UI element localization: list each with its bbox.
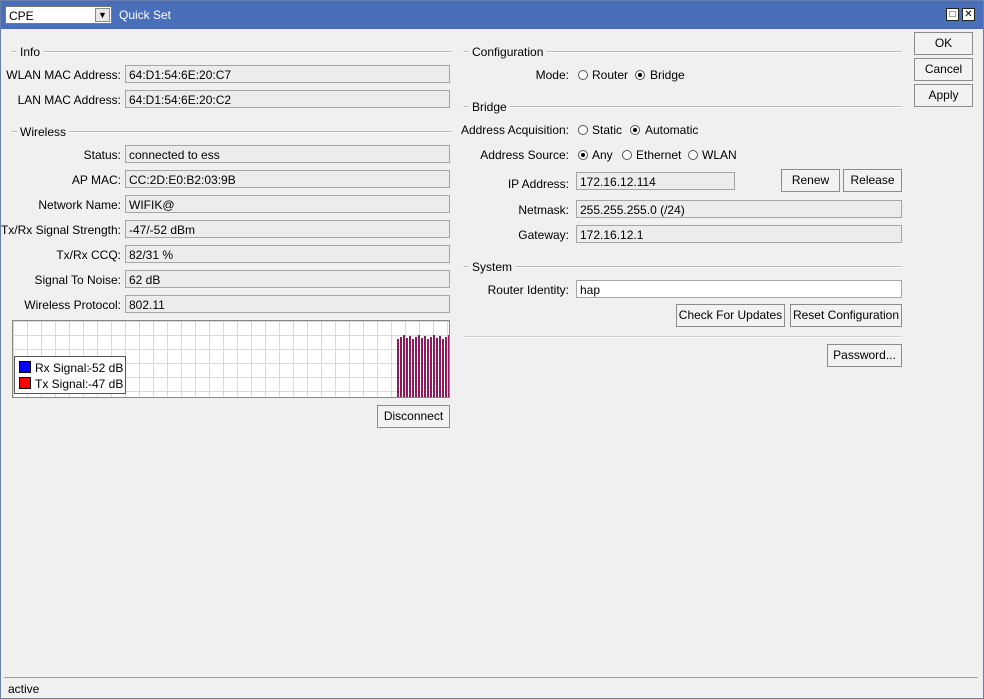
signal-graph-bar	[415, 337, 417, 397]
wireless-group-label: Wireless	[17, 125, 70, 139]
gateway-label: Gateway:	[518, 228, 569, 242]
router-identity-label: Router Identity:	[487, 283, 569, 297]
signal-graph-bar	[412, 339, 414, 397]
signal-graph-bar	[430, 337, 432, 397]
network-name-field: WIFIK@	[125, 195, 450, 213]
bridge-group-label: Bridge	[469, 100, 510, 114]
title-bar: CPE ▼ Quick Set □ ✕	[1, 1, 983, 29]
window-title: Quick Set	[119, 8, 172, 22]
mode-label: Mode:	[535, 68, 569, 82]
apply-button[interactable]: Apply	[914, 84, 973, 107]
source-ethernet-label[interactable]: Ethernet	[636, 148, 681, 162]
wlan-mac-field: 64:D1:54:6E:20:C7	[125, 65, 450, 83]
signal-graph-bar	[409, 336, 411, 397]
source-wlan-label[interactable]: WLAN	[702, 148, 737, 162]
source-any-radio[interactable]	[578, 150, 588, 160]
source-ethernet-radio[interactable]	[622, 150, 632, 160]
signal-graph-bar	[427, 339, 429, 397]
acquisition-label: Address Acquisition:	[460, 123, 569, 137]
signal-strength-field: -47/-52 dBm	[125, 220, 450, 238]
acquisition-static-label[interactable]: Static	[592, 123, 622, 137]
chevron-down-icon[interactable]: ▼	[95, 8, 110, 22]
mode-bridge-label[interactable]: Bridge	[650, 68, 685, 82]
info-group-line	[11, 51, 451, 53]
wlan-mac-label: WLAN MAC Address:	[6, 68, 121, 82]
protocol-field: 802.11	[125, 295, 450, 313]
netmask-field: 255.255.255.0 (/24)	[576, 200, 902, 218]
signal-graph-bar	[406, 338, 408, 397]
signal-graph-bar	[418, 335, 420, 397]
signal-graph-bar	[448, 335, 449, 397]
release-button[interactable]: Release	[843, 169, 902, 192]
system-group-label: System	[469, 260, 516, 274]
reset-configuration-button[interactable]: Reset Configuration	[790, 304, 902, 327]
signal-legend: Rx Signal: -52 dB Tx Signal: -47 dB	[14, 356, 126, 394]
bridge-group-line	[463, 106, 902, 108]
status-field: connected to ess	[125, 145, 450, 163]
ip-address-field: 172.16.12.114	[576, 172, 735, 190]
signal-graph-bar	[400, 337, 402, 397]
status-bar: active	[4, 677, 978, 697]
ap-mac-field: CC:2D:E0:B2:03:9B	[125, 170, 450, 188]
system-separator	[463, 336, 902, 338]
mode-router-radio[interactable]	[578, 70, 588, 80]
ip-address-label: IP Address:	[507, 177, 569, 191]
gateway-field: 172.16.12.1	[576, 225, 902, 243]
check-updates-button[interactable]: Check For Updates	[676, 304, 785, 327]
source-wlan-radio[interactable]	[688, 150, 698, 160]
ccq-label: Tx/Rx CCQ:	[56, 248, 121, 262]
router-identity-input[interactable]: hap	[576, 280, 902, 298]
ap-mac-label: AP MAC:	[71, 173, 121, 187]
signal-strength-label: Tx/Rx Signal Strength:	[0, 223, 121, 237]
maximize-icon[interactable]: □	[946, 8, 959, 21]
password-button[interactable]: Password...	[827, 344, 902, 367]
signal-graph-bar	[442, 339, 444, 397]
status-label: Status:	[83, 148, 121, 162]
tx-legend-swatch	[19, 377, 31, 389]
mode-router-label[interactable]: Router	[592, 68, 628, 82]
snr-field: 62 dB	[125, 270, 450, 288]
acquisition-static-radio[interactable]	[578, 125, 588, 135]
rx-legend-value: -52 dB	[88, 361, 124, 375]
renew-button[interactable]: Renew	[781, 169, 840, 192]
info-group-label: Info	[17, 45, 44, 59]
acquisition-automatic-label[interactable]: Automatic	[645, 123, 698, 137]
mode-combo-value: CPE	[9, 9, 34, 23]
netmask-label: Netmask:	[518, 203, 569, 217]
signal-graph-bar	[436, 338, 438, 397]
configuration-group-label: Configuration	[469, 45, 547, 59]
network-name-label: Network Name:	[38, 198, 121, 212]
protocol-label: Wireless Protocol:	[24, 298, 121, 312]
mode-bridge-radio[interactable]	[635, 70, 645, 80]
ccq-field: 82/31 %	[125, 245, 450, 263]
quick-set-window: CPE ▼ Quick Set □ ✕ Info WLAN MAC Addres…	[0, 0, 984, 699]
signal-graph-bar	[421, 338, 423, 397]
signal-graph-bar	[424, 336, 426, 397]
tx-legend-label: Tx Signal:	[35, 377, 89, 391]
rx-legend-label: Rx Signal:	[35, 361, 90, 375]
signal-graph-bar	[445, 337, 447, 397]
disconnect-button[interactable]: Disconnect	[377, 405, 450, 428]
acquisition-automatic-radio[interactable]	[630, 125, 640, 135]
tx-legend-value: -47 dB	[88, 377, 124, 391]
snr-label: Signal To Noise:	[34, 273, 122, 287]
signal-graph-bar	[397, 339, 399, 397]
wireless-group-line	[11, 131, 451, 133]
source-label: Address Source:	[480, 148, 569, 162]
lan-mac-field: 64:D1:54:6E:20:C2	[125, 90, 450, 108]
source-any-label[interactable]: Any	[592, 148, 613, 162]
status-bar-text: active	[8, 682, 40, 696]
signal-graph-bar	[433, 335, 435, 397]
cancel-button[interactable]: Cancel	[914, 58, 973, 81]
mode-combo[interactable]: CPE ▼	[5, 6, 112, 24]
system-group-line	[463, 266, 902, 268]
ok-button[interactable]: OK	[914, 32, 973, 55]
lan-mac-label: LAN MAC Address:	[17, 93, 121, 107]
rx-legend-swatch	[19, 361, 31, 373]
signal-graph-bar	[439, 336, 441, 397]
signal-graph-bar	[403, 335, 405, 397]
close-icon[interactable]: ✕	[962, 8, 975, 21]
